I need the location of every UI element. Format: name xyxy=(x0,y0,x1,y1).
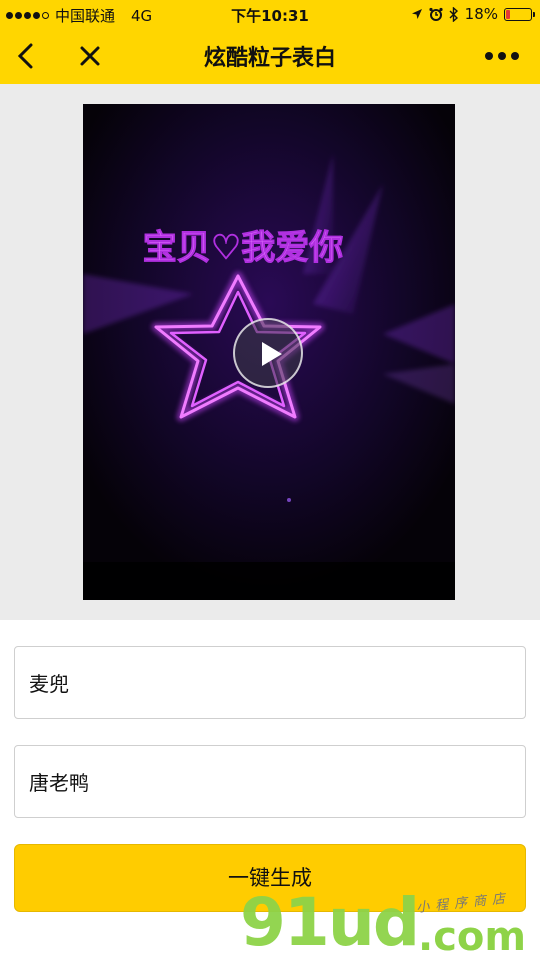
generate-button[interactable]: 一键生成 xyxy=(14,844,526,912)
status-right: 18% xyxy=(411,5,535,23)
screen: 中国联通 4G 下午10:31 18% 炫酷粒子表白 宝贝♡我爱你 麦兜 唐老鸭… xyxy=(0,0,540,960)
laser-text: 宝贝♡我爱你 xyxy=(143,228,343,268)
watermark-domain: .com xyxy=(418,914,527,960)
alarm-icon xyxy=(429,7,443,21)
name-input-1[interactable] xyxy=(15,647,525,718)
location-icon xyxy=(411,9,422,19)
battery-icon xyxy=(504,7,535,21)
name-field-1[interactable] xyxy=(14,646,526,719)
play-button[interactable] xyxy=(233,318,303,388)
more-button[interactable] xyxy=(482,36,522,76)
bluetooth-icon xyxy=(449,6,458,22)
video-section: 宝贝♡我爱你 xyxy=(0,84,540,620)
more-dots-icon xyxy=(485,52,519,60)
page-title: 炫酷粒子表白 xyxy=(203,46,336,71)
battery-level xyxy=(506,9,511,19)
status-bar: 中国联通 4G 下午10:31 18% xyxy=(0,0,540,28)
name-field-2[interactable] xyxy=(14,745,526,818)
battery-percent: 18% xyxy=(464,5,498,23)
nav-bar: 炫酷粒子表白 xyxy=(0,28,540,84)
video-player[interactable]: 宝贝♡我爱你 xyxy=(83,104,455,600)
name-input-2[interactable] xyxy=(15,746,525,817)
